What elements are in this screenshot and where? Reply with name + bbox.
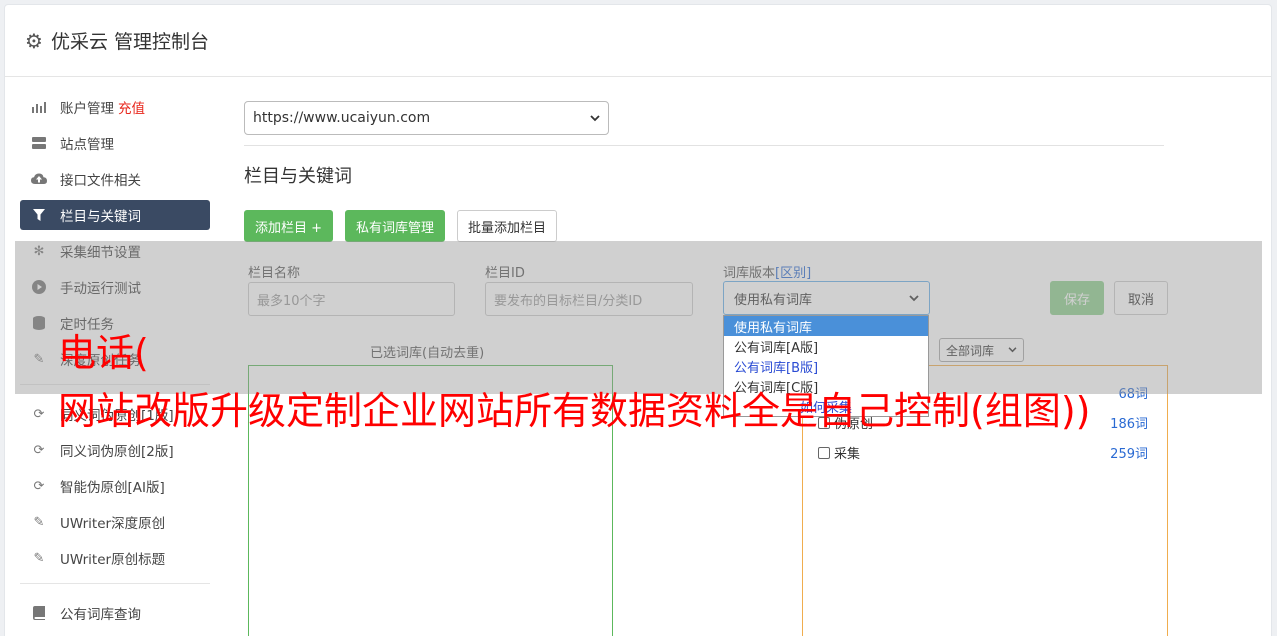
gear-icon: ⚙ — [25, 28, 43, 53]
book-icon — [30, 606, 48, 620]
edit-icon: ✎ — [33, 514, 45, 530]
site-select[interactable]: https://www.ucaiyun.com — [244, 101, 609, 135]
recharge-link[interactable]: 充值 — [118, 97, 145, 117]
watermark-line-1: 电话( — [58, 331, 149, 375]
batch-add-button[interactable]: 批量添加栏目 — [457, 210, 558, 242]
sidebar-divider — [20, 583, 210, 584]
lib-count: 259词 — [1110, 447, 1148, 462]
sidebar-item-label: 账户管理 — [60, 101, 114, 117]
section-title: 栏目与关键词 — [244, 166, 352, 187]
dropdown-option[interactable]: 公有词库[A版] — [724, 336, 928, 356]
chevron-down-icon — [590, 112, 600, 125]
refresh-icon: ⟳ — [33, 478, 45, 494]
checkbox[interactable] — [818, 446, 830, 459]
sidebar-item-label: 智能伪原创[AI版] — [60, 480, 165, 496]
private-lib-button[interactable]: 私有词库管理 — [345, 210, 446, 242]
action-buttons: 添加栏目 + 私有词库管理 批量添加栏目 — [244, 210, 1164, 242]
server-icon — [30, 137, 48, 149]
top-bar: ⚙ 优采云 管理控制台 — [5, 5, 1271, 77]
bar-chart-icon — [30, 101, 48, 113]
filter-icon — [30, 209, 48, 221]
refresh-icon: ⟳ — [33, 442, 45, 458]
sidebar-item-public-lib[interactable]: 公有词库查询 — [20, 598, 210, 628]
lib-name: 采集 — [834, 447, 861, 462]
sidebar-item-label: UWriter原创标题 — [60, 552, 166, 568]
sidebar-item-label: 接口文件相关 — [60, 173, 141, 189]
sidebar-item-label: 公有词库查询 — [60, 607, 141, 623]
refresh-icon: ⟳ — [33, 406, 45, 422]
page-title: 优采云 管理控制台 — [50, 31, 209, 53]
sidebar-item-label: 栏目与关键词 — [60, 209, 141, 225]
lib-count: 186词 — [1110, 417, 1148, 432]
sidebar-item-account[interactable]: 账户管理 充值 — [20, 92, 210, 122]
watermark-line-2: 网站改版升级定制企业网站所有数据资料全是自己控制(组图)) — [58, 389, 1091, 433]
site-select-wrap: https://www.ucaiyun.com — [244, 101, 609, 135]
main-content: https://www.ucaiyun.com 栏目与关键词 添加栏目 + 私有… — [244, 96, 1164, 242]
sidebar-item-label: 同义词伪原创[2版] — [60, 444, 174, 460]
dropdown-option[interactable]: 公有词库[B版] — [724, 356, 928, 376]
sidebar-item-interface[interactable]: 接口文件相关 — [20, 164, 210, 194]
sidebar-item-sites[interactable]: 站点管理 — [20, 128, 210, 158]
cloud-upload-icon — [30, 173, 48, 185]
sidebar-item-synonym-v2[interactable]: ⟳ 同义词伪原创[2版] — [20, 435, 210, 465]
add-column-button[interactable]: 添加栏目 + — [244, 210, 334, 242]
sidebar-item-ai-rewrite[interactable]: ⟳ 智能伪原创[AI版] — [20, 471, 210, 501]
sidebar-item-label: UWriter深度原创 — [60, 516, 166, 532]
dropdown-option[interactable]: 使用私有词库 — [724, 316, 928, 336]
site-select-value: https://www.ucaiyun.com — [253, 110, 431, 126]
sidebar-item-uwriter-title[interactable]: ✎ UWriter原创标题 — [20, 543, 210, 573]
divider — [244, 145, 1164, 146]
modal-overlay — [15, 241, 1262, 394]
edit-icon: ✎ — [33, 550, 45, 566]
sidebar-item-columns[interactable]: 栏目与关键词 — [20, 200, 210, 230]
list-item[interactable]: 采集 259词 — [818, 443, 1148, 462]
sidebar-item-uwriter-original[interactable]: ✎ UWriter深度原创 — [20, 507, 210, 537]
sidebar-item-label: 站点管理 — [60, 137, 114, 153]
